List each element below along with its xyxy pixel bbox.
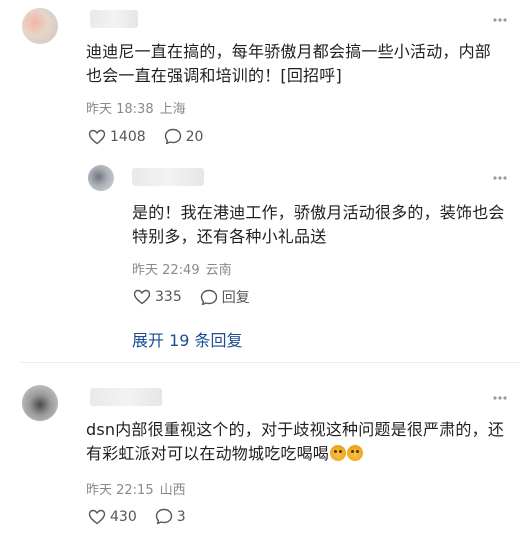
comment-text-content: dsn内部很重视这个的，对于歧视这种问题是很严肃的，还有彩虹派对可以在动物城吃吃… [86, 420, 505, 463]
smiling-face-emoji [330, 445, 347, 461]
reply-count: 20 [185, 128, 204, 145]
more-dots-icon[interactable] [490, 168, 510, 188]
comment-location: 山西 [159, 483, 186, 498]
more-dots-icon[interactable] [490, 10, 510, 30]
comment-bubble-icon [200, 289, 217, 305]
comment-actions: 335 回复 [133, 287, 268, 307]
username-blurred[interactable] [132, 168, 204, 186]
comment-meta: 昨天 22:15 山西 [86, 479, 186, 498]
reply-label: 回复 [221, 290, 250, 306]
comment-bubble-icon [164, 128, 181, 145]
username-blurred[interactable] [90, 10, 138, 28]
comment-location: 上海 [159, 102, 186, 117]
more-dots-icon[interactable] [490, 388, 510, 408]
comment-time: 昨天 22:49 [132, 263, 200, 278]
reply-count: 3 [176, 508, 186, 525]
like-count: 335 [155, 289, 182, 305]
avatar[interactable] [88, 165, 114, 191]
divider [20, 362, 519, 363]
comment-meta: 昨天 18:38 上海 [86, 98, 186, 117]
username-blurred[interactable] [90, 388, 162, 406]
reply-button[interactable]: 20 [164, 128, 204, 145]
reply-button[interactable]: 回复 [200, 287, 250, 307]
comment-actions: 430 3 [88, 508, 204, 525]
like-button[interactable]: 430 [88, 509, 137, 525]
heart-icon [133, 289, 151, 305]
avatar[interactable] [22, 385, 58, 421]
smiling-face-emoji [347, 445, 364, 461]
avatar[interactable] [22, 8, 58, 44]
expand-replies-link[interactable]: 展开 19 条回复 [132, 327, 243, 351]
comment-text: 迪迪尼一直在搞的，每年骄傲月都会搞一些小活动，内部也会一直在强调和培训的！[回招… [86, 42, 492, 85]
heart-icon [88, 509, 106, 524]
comment-meta: 昨天 22:49 云南 [132, 259, 232, 278]
comment-time: 昨天 18:38 [86, 102, 154, 117]
comment-actions: 1408 20 [88, 128, 221, 145]
comment-time: 昨天 22:15 [86, 483, 154, 498]
like-count: 1408 [110, 128, 146, 145]
heart-icon [88, 129, 106, 144]
reply-button[interactable]: 3 [155, 508, 186, 525]
comment-text: dsn内部很重视这个的，对于歧视这种问题是很严肃的，还有彩虹派对可以在动物城吃吃… [86, 418, 506, 466]
comment-text: 是的！我在港迪工作，骄傲月活动很多的，装饰也会特别多，还有各种小礼品送 [132, 203, 505, 246]
like-button[interactable]: 335 [133, 289, 182, 305]
like-count: 430 [110, 508, 137, 525]
like-button[interactable]: 1408 [88, 129, 146, 145]
comment-location: 云南 [205, 263, 232, 278]
comment-bubble-icon [155, 508, 172, 525]
